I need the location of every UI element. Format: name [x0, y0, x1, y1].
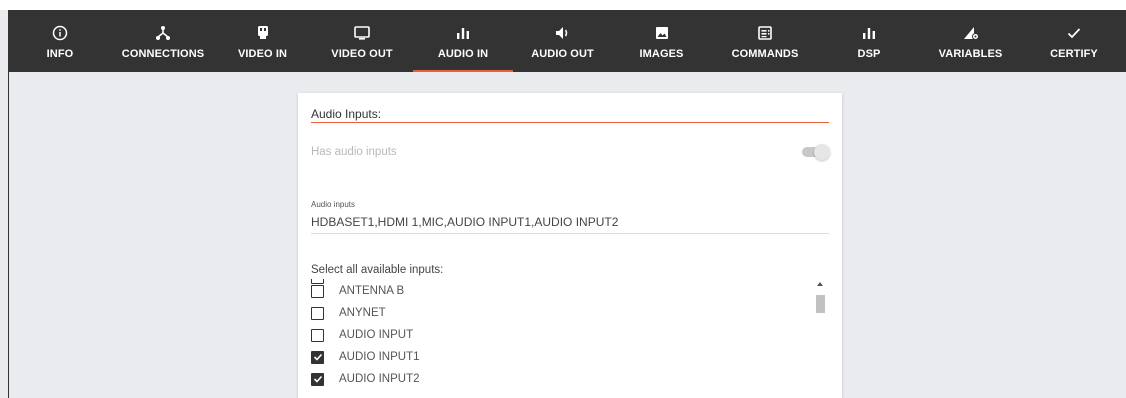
nav-item-dsp[interactable]: DSP: [819, 10, 919, 72]
check-icon: [313, 375, 322, 383]
audio-inputs-card: Audio Inputs: Has audio inputs Audio inp…: [298, 93, 842, 398]
check-icon: [1064, 24, 1084, 42]
list-item-label: AUDIO INPUT2: [339, 373, 420, 385]
has-audio-inputs-label: Has audio inputs: [311, 146, 397, 158]
checkbox-checked[interactable]: [311, 350, 324, 364]
checkbox[interactable]: [311, 284, 324, 298]
list-item[interactable]: ANTENNA B: [311, 280, 404, 302]
bar-chart-icon: [453, 24, 473, 42]
nav-item-commands[interactable]: COMMANDS: [711, 10, 819, 72]
check-icon: [313, 353, 322, 361]
checkbox[interactable]: [311, 306, 324, 320]
nav-item-label: CONNECTIONS: [121, 48, 205, 60]
app-frame: INFO CONNECTIONS VIDEO IN VIDEO OUT AUDIO IN…: [0, 0, 1126, 398]
connections-icon: [153, 24, 173, 42]
nav-item-audio-out[interactable]: AUDIO OUT: [513, 10, 612, 72]
toggle-thumb: [814, 144, 830, 160]
nav-item-certify[interactable]: CERTIFY: [1022, 10, 1126, 72]
select-inputs-label: Select all available inputs:: [311, 264, 444, 276]
nav-item-info[interactable]: INFO: [8, 10, 112, 72]
audio-inputs-field[interactable]: [311, 215, 829, 229]
bar-chart-icon: [859, 24, 879, 42]
nav-item-label: COMMANDS: [731, 48, 799, 60]
nav-item-video-out[interactable]: VIDEO OUT: [311, 10, 413, 72]
list-item[interactable]: AUDIO INPUT: [311, 324, 413, 346]
scroll-thumb[interactable]: [816, 295, 825, 313]
list-item[interactable]: ANYNET: [311, 302, 386, 324]
speaker-icon: [553, 24, 573, 42]
nav-item-label: VIDEO OUT: [331, 48, 393, 60]
nav-item-images[interactable]: IMAGES: [612, 10, 711, 72]
nav-item-label: DSP: [857, 48, 881, 60]
nav-item-label: INFO: [46, 48, 74, 60]
nav-item-video-in[interactable]: VIDEO IN: [214, 10, 311, 72]
left-divider: [8, 72, 9, 398]
list-item-label: ANYNET: [339, 307, 386, 319]
list-item-label: AUDIO INPUT: [339, 329, 414, 341]
variables-icon: [961, 24, 981, 42]
field-underline: [311, 233, 829, 234]
main-nav: INFO CONNECTIONS VIDEO IN VIDEO OUT AUDIO IN…: [8, 10, 1126, 72]
list-item[interactable]: AUDIO INPUT1: [311, 346, 420, 368]
checkbox-checked[interactable]: [311, 372, 324, 386]
top-strip: [0, 0, 1126, 10]
list-item-label: ANTENNA B: [339, 285, 405, 297]
nav-item-label: VIDEO IN: [237, 48, 288, 60]
list-item[interactable]: AUDIO INPUT2: [311, 368, 420, 390]
nav-item-label: VARIABLES: [938, 48, 1003, 60]
commands-icon: [755, 24, 775, 42]
section-title: Audio Inputs:: [311, 107, 382, 121]
image-icon: [652, 24, 672, 42]
nav-item-connections[interactable]: CONNECTIONS: [112, 10, 214, 72]
nav-item-variables[interactable]: VARIABLES: [919, 10, 1022, 72]
list-item-label: AUDIO INPUT1: [339, 351, 420, 363]
nav-item-label: CERTIFY: [1050, 48, 1098, 60]
checkbox[interactable]: [311, 328, 324, 342]
scroll-up-icon[interactable]: [817, 282, 823, 286]
nav-item-label: AUDIO IN: [437, 48, 489, 60]
nav-item-label: IMAGES: [639, 48, 684, 60]
monitor-icon: [352, 24, 372, 42]
info-icon: [50, 24, 70, 42]
nav-item-audio-in[interactable]: AUDIO IN: [413, 10, 513, 72]
has-audio-inputs-toggle[interactable]: [800, 144, 830, 160]
video-in-icon: [253, 24, 273, 42]
list-scrollbar[interactable]: [815, 280, 826, 398]
section-divider: [311, 122, 829, 123]
nav-item-label: AUDIO OUT: [531, 48, 594, 60]
inputs-list: ANTENNA B ANYNET AUDIO INPUT AUDIO INPUT1 AU…: [311, 279, 829, 398]
audio-inputs-label: Audio inputs: [311, 200, 356, 209]
